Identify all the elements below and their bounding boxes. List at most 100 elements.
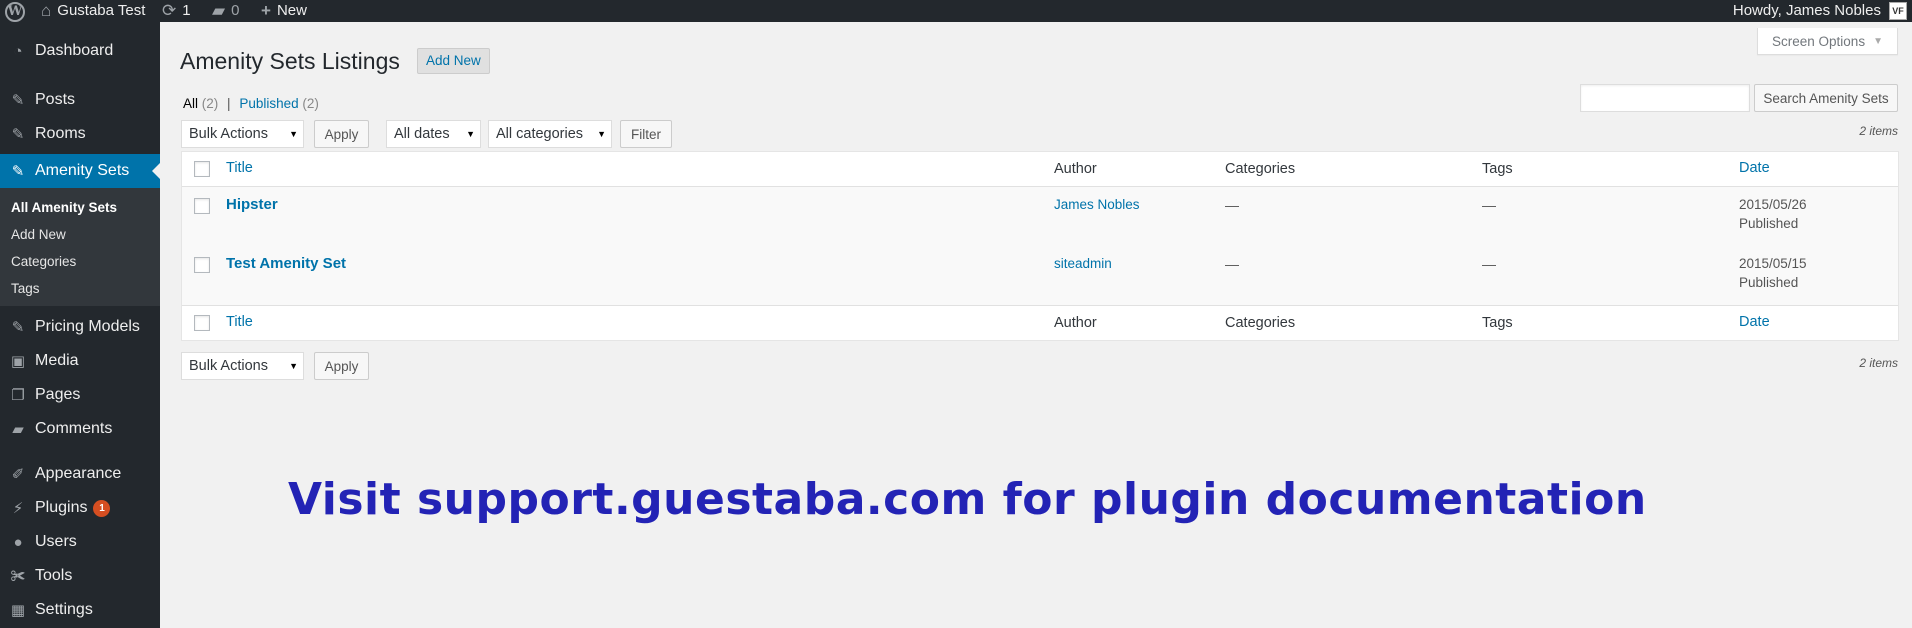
row-categories: — xyxy=(1225,197,1239,213)
sidebar-item-users[interactable]: ● Users xyxy=(0,525,160,559)
row-status: Published xyxy=(1739,275,1799,290)
submenu-all-amenity-sets[interactable]: All Amenity Sets xyxy=(11,200,117,215)
bulk-actions-select-bottom[interactable]: Bulk Actions ▼ xyxy=(181,352,304,380)
table-row: Test Amenity Set siteadmin — — 2015/05/1… xyxy=(182,246,1898,305)
filter-button[interactable]: Filter xyxy=(620,120,672,148)
refresh-icon: ⟳ xyxy=(162,1,177,20)
caret-down-icon: ▼ xyxy=(466,129,475,139)
sidebar-item-pricing-models[interactable]: ✎ Pricing Models xyxy=(0,310,160,344)
column-tags-header: Tags xyxy=(1482,161,1513,177)
avatar: VF xyxy=(1889,2,1907,20)
row-categories: — xyxy=(1225,256,1239,272)
bulk-actions-select[interactable]: Bulk Actions ▼ xyxy=(181,120,304,148)
apply-button[interactable]: Apply xyxy=(314,120,369,148)
column-title-header[interactable]: Title xyxy=(226,160,253,176)
caret-down-icon: ▼ xyxy=(289,129,298,139)
sidebar-item-label: Settings xyxy=(35,601,93,618)
row-author-link[interactable]: siteadmin xyxy=(1054,256,1112,271)
comment-icon: ▰ xyxy=(212,1,226,20)
account-greeting: Howdy, James Nobles xyxy=(1732,2,1881,19)
sidebar-item-rooms[interactable]: ✎ Rooms xyxy=(0,117,160,151)
amenity-sets-submenu: All Amenity Sets Add New Categories Tags xyxy=(0,188,160,306)
pin-icon: ✎ xyxy=(11,319,25,336)
sidebar-item-posts[interactable]: ✎ Posts xyxy=(0,83,160,117)
users-icon: ● xyxy=(13,533,23,551)
filter-all-link[interactable]: All xyxy=(183,96,198,111)
filter-published-link[interactable]: Published xyxy=(239,96,298,111)
caret-down-icon: ▼ xyxy=(289,361,298,371)
sidebar-item-label: Comments xyxy=(35,420,113,437)
row-date-value: 2015/05/26 xyxy=(1739,197,1807,212)
sidebar-item-pages[interactable]: ❐ Pages xyxy=(0,378,160,412)
pages-icon: ❐ xyxy=(11,387,25,404)
column-date-header[interactable]: Date xyxy=(1739,160,1770,176)
submenu-tags[interactable]: Tags xyxy=(11,281,40,296)
row-checkbox[interactable] xyxy=(194,198,210,214)
sidebar-item-comments[interactable]: ▰ Comments xyxy=(0,412,160,446)
categories-select[interactable]: All categories ▼ xyxy=(488,120,612,148)
brush-icon: ✐ xyxy=(11,466,25,483)
dates-value: All dates xyxy=(394,126,450,142)
row-title-link[interactable]: Hipster xyxy=(226,196,278,213)
table-header-row: Title Author Categories Tags Date xyxy=(182,152,1898,187)
main-content: Amenity Sets Listings Add New Screen Opt… xyxy=(160,22,1912,628)
wrench-icon: ✀ xyxy=(10,567,26,585)
select-all-checkbox-footer[interactable] xyxy=(194,315,210,331)
amenity-sets-table: Title Author Categories Tags Date Hipste… xyxy=(181,151,1899,341)
sidebar-item-settings[interactable]: ▦ Settings xyxy=(0,593,160,627)
filter-all-count: (2) xyxy=(201,96,219,111)
media-icon: ▣ xyxy=(10,353,26,370)
sidebar-item-plugins[interactable]: ⚡ Plugins 1 xyxy=(0,491,160,525)
comments-icon: ▰ xyxy=(12,421,24,438)
pin-icon: ✎ xyxy=(11,92,25,109)
bulk-actions-value: Bulk Actions xyxy=(189,126,268,142)
triangle-down-icon: ▼ xyxy=(1873,35,1883,47)
row-date-value: 2015/05/15 xyxy=(1739,256,1807,271)
apply-button-bottom[interactable]: Apply xyxy=(314,352,369,380)
row-author-link[interactable]: James Nobles xyxy=(1054,197,1140,212)
search-input[interactable] xyxy=(1580,84,1750,112)
select-all-checkbox[interactable] xyxy=(194,161,210,177)
submenu-categories[interactable]: Categories xyxy=(11,254,76,269)
column-author-header: Author xyxy=(1054,161,1097,177)
row-tags: — xyxy=(1482,197,1496,213)
sidebar-item-tools[interactable]: ✀ Tools xyxy=(0,559,160,593)
pin-icon: ✎ xyxy=(11,163,25,180)
row-title-link[interactable]: Test Amenity Set xyxy=(226,255,346,272)
column-title-footer[interactable]: Title xyxy=(226,314,253,330)
add-new-button[interactable]: Add New xyxy=(417,48,490,74)
admin-sidebar: ◔ Dashboard ✎ Posts ✎ Rooms ✎ Amenity Se… xyxy=(0,22,160,628)
sidebar-item-label: Plugins xyxy=(35,499,88,516)
new-content-link[interactable]: + New xyxy=(261,0,307,22)
updates-link[interactable]: ⟳ 1 xyxy=(162,0,191,22)
table-row: Hipster James Nobles — — 2015/05/26 Publ… xyxy=(182,187,1898,246)
row-checkbox[interactable] xyxy=(194,257,210,273)
sidebar-item-label: Pricing Models xyxy=(35,318,140,335)
sidebar-item-label: Amenity Sets xyxy=(35,162,130,179)
sidebar-item-media[interactable]: ▣ Media xyxy=(0,344,160,378)
screen-options-label: Screen Options xyxy=(1772,33,1866,49)
dates-select[interactable]: All dates ▼ xyxy=(386,120,481,148)
plugin-update-badge: 1 xyxy=(93,499,111,517)
search-amenity-sets-button[interactable]: Search Amenity Sets xyxy=(1754,84,1898,112)
sidebar-item-label: Media xyxy=(35,352,79,369)
admin-bar: W ⌂ Gustaba Test ⟳ 1 ▰ 0 + New Howdy, Ja… xyxy=(0,0,1912,22)
caret-down-icon: ▼ xyxy=(597,129,606,139)
sidebar-item-label: Rooms xyxy=(35,125,86,142)
row-tags: — xyxy=(1482,256,1496,272)
comments-link[interactable]: ▰ 0 xyxy=(212,0,239,22)
sidebar-item-dashboard[interactable]: ◔ Dashboard xyxy=(0,34,160,68)
submenu-add-new[interactable]: Add New xyxy=(11,227,66,242)
account-menu[interactable]: Howdy, James Nobles VF xyxy=(1733,0,1907,22)
column-date-footer[interactable]: Date xyxy=(1739,314,1770,330)
bulk-actions-value: Bulk Actions xyxy=(189,358,268,374)
wordpress-logo-icon[interactable]: W xyxy=(5,0,27,22)
plugin-icon: ⚡ xyxy=(12,500,24,517)
status-filter-links: All (2) | Published (2) xyxy=(183,96,319,111)
column-categories-footer: Categories xyxy=(1225,315,1296,331)
screen-options-button[interactable]: Screen Options ▼ xyxy=(1757,28,1898,55)
site-name-link[interactable]: ⌂ Gustaba Test xyxy=(41,0,145,22)
sidebar-item-appearance[interactable]: ✐ Appearance xyxy=(0,457,160,491)
sidebar-item-amenity-sets[interactable]: ✎ Amenity Sets xyxy=(0,154,160,188)
promo-banner-text: Visit support.guestaba.com for plugin do… xyxy=(288,474,1647,525)
